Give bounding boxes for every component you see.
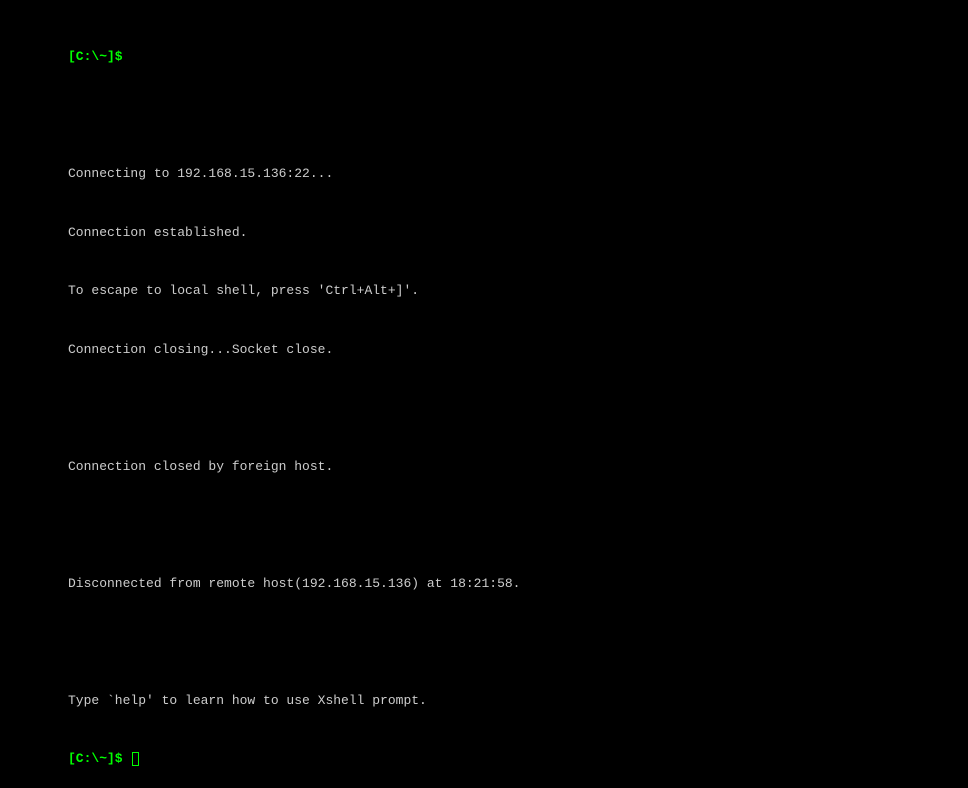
output-line: Connection established. xyxy=(68,223,968,243)
blank-line xyxy=(68,632,968,652)
output-line: Connection closed by foreign host. xyxy=(68,457,968,477)
output-line: To escape to local shell, press 'Ctrl+Al… xyxy=(68,281,968,301)
output-line: Type `help' to learn how to use Xshell p… xyxy=(68,691,968,711)
output-line: Connection closing...Socket close. xyxy=(68,340,968,360)
blank-line xyxy=(68,515,968,535)
blank-line xyxy=(68,398,968,418)
shell-prompt: [C:\~]$ xyxy=(68,751,130,766)
output-line: Connecting to 192.168.15.136:22... xyxy=(68,164,968,184)
terminal-output[interactable]: [C:\~]$ Connecting to 192.168.15.136:22.… xyxy=(68,8,968,788)
blank-line xyxy=(68,106,968,126)
output-line: Disconnected from remote host(192.168.15… xyxy=(68,574,968,594)
cursor-icon xyxy=(132,752,139,766)
shell-prompt: [C:\~]$ xyxy=(68,49,130,64)
